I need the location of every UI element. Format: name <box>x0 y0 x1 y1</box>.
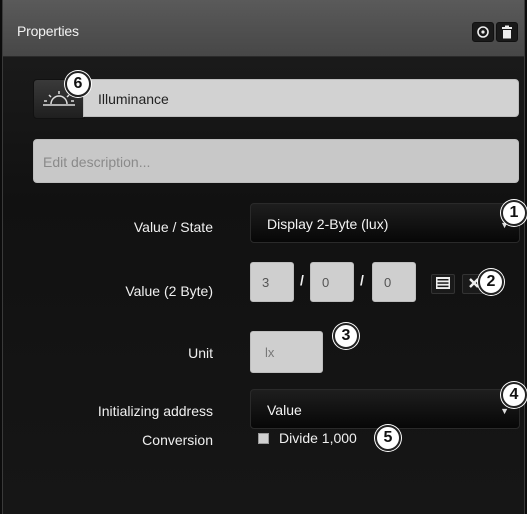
gear-icon[interactable] <box>472 22 494 42</box>
callout-5: 5 <box>375 425 401 451</box>
callout-6: 6 <box>65 71 91 97</box>
initializing-address-label: Initializing address <box>97 403 213 419</box>
initializing-address-selected: Value <box>267 402 302 418</box>
callout-3: 3 <box>333 323 359 349</box>
callout-4: 4 <box>501 382 527 408</box>
value-state-label: Value / State <box>133 219 213 235</box>
callout-1: 1 <box>501 200 527 226</box>
value-part-2-input[interactable]: 0 <box>310 262 354 302</box>
unit-input[interactable]: lx <box>250 331 323 373</box>
value-state-select[interactable]: Display 2-Byte (lux) ▼ <box>250 203 520 243</box>
divide-checkbox-label[interactable]: Divide 1,000 <box>279 430 357 446</box>
description-input[interactable]: Edit description... <box>33 139 519 183</box>
unit-label: Unit <box>188 345 213 361</box>
conversion-label: Conversion <box>142 432 213 448</box>
panel-header: Properties <box>3 0 524 57</box>
value-state-selected: Display 2-Byte (lux) <box>267 216 389 232</box>
divide-checkbox[interactable] <box>258 433 269 444</box>
initializing-address-select[interactable]: Value ▼ <box>250 389 520 429</box>
callout-2: 2 <box>478 269 504 295</box>
value-2byte-label: Value (2 Byte) <box>125 283 213 299</box>
trash-icon[interactable] <box>496 22 518 42</box>
name-row: Illuminance <box>33 79 519 119</box>
value-separator: / <box>300 272 304 288</box>
list-icon[interactable] <box>431 274 455 294</box>
panel-title: Properties <box>17 23 79 39</box>
chevron-down-icon: ▼ <box>500 406 509 416</box>
name-input[interactable]: Illuminance <box>83 79 519 117</box>
value-part-3-input[interactable]: 0 <box>372 262 416 302</box>
value-separator: / <box>360 272 364 288</box>
value-part-1-input[interactable]: 3 <box>250 262 294 302</box>
